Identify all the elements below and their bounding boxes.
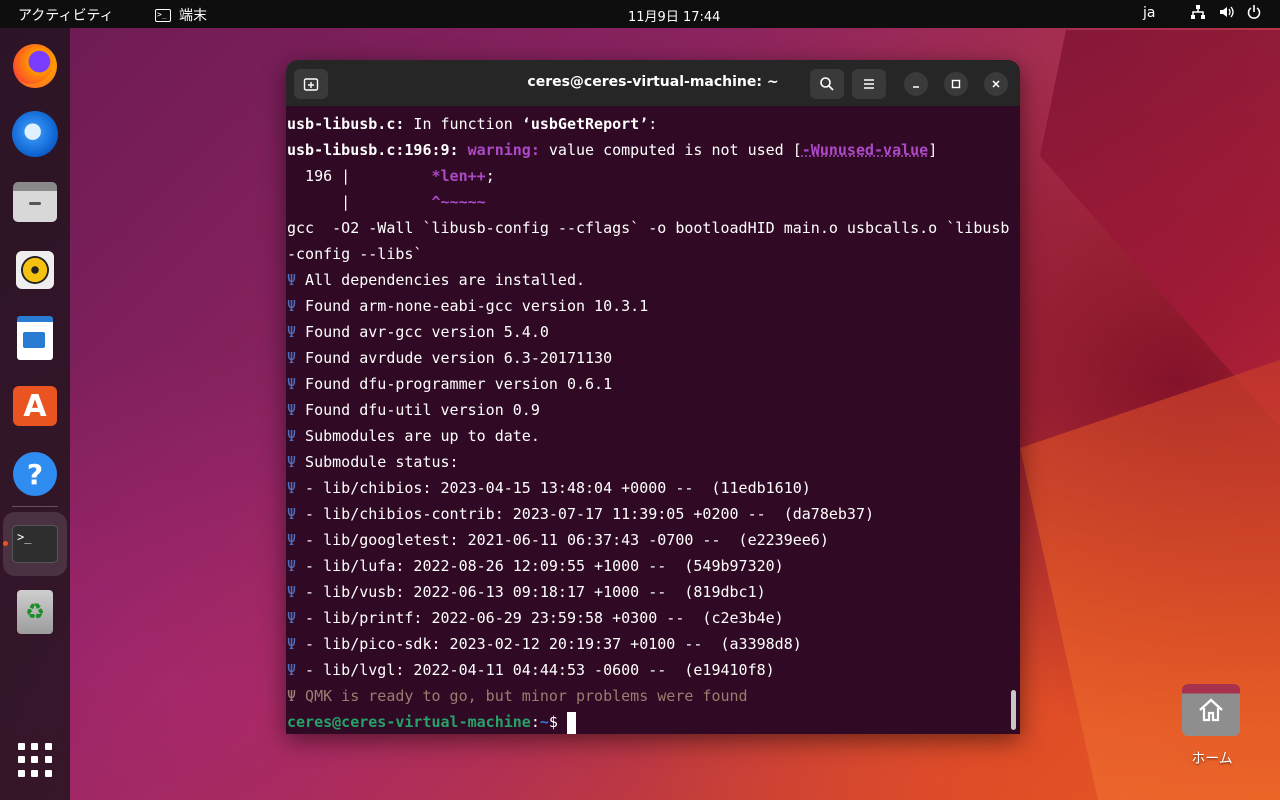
dock-help[interactable]: ? [3, 442, 67, 506]
dock: A ? >_ ♻ [0, 28, 70, 800]
home-folder-icon[interactable] [1182, 684, 1240, 736]
menu-button[interactable] [852, 69, 886, 99]
text-cursor [566, 711, 576, 734]
app-menu[interactable]: >_ 端末 [155, 5, 207, 25]
maximize-button[interactable] [944, 72, 968, 96]
terminal-output[interactable]: usb-libusb.c: In function ‘usbGetReport’… [286, 106, 1020, 734]
close-icon [992, 80, 1000, 88]
app-menu-label: 端末 [179, 8, 207, 24]
output-line: Ψ Found avr-gcc version 5.4.0 [287, 323, 549, 341]
minimize-button[interactable] [904, 72, 928, 96]
scrollbar[interactable] [1011, 690, 1016, 730]
output-line: Ψ QMK is ready to go, but minor problems… [287, 687, 748, 705]
dock-files[interactable] [3, 170, 67, 234]
terminal-headerbar[interactable]: ceres@ceres-virtual-machine: ~ [286, 60, 1020, 106]
output-line: Ψ Found dfu-programmer version 0.6.1 [287, 375, 613, 393]
search-button[interactable] [810, 69, 844, 99]
output-line: Ψ - lib/chibios: 2023-04-15 13:48:04 +00… [287, 479, 811, 497]
terminal-icon: >_ [155, 8, 171, 22]
output-line: -config --libs` [287, 245, 423, 263]
shell-prompt[interactable]: ceres@ceres-virtual-machine:~$ [287, 709, 1020, 734]
thunderbird-icon [12, 111, 58, 157]
output-line: | ^~~~~~ [287, 193, 486, 211]
writer-icon [17, 316, 53, 360]
output-line: Ψ - lib/lufa: 2022-08-26 12:09:55 +1000 … [287, 557, 784, 575]
dock-thunderbird[interactable] [3, 102, 67, 166]
output-line: usb-libusb.c: In function ‘usbGetReport’… [287, 115, 658, 133]
app-grid-icon [18, 743, 52, 777]
dock-firefox[interactable] [3, 34, 67, 98]
output-line: usb-libusb.c:196:9: warning: value compu… [287, 141, 938, 159]
output-line: 196 | *len++; [287, 167, 495, 185]
system-tray[interactable] [1190, 4, 1262, 22]
output-line: Ψ - lib/chibios-contrib: 2023-07-17 11:3… [287, 505, 874, 523]
output-line: Ψ - lib/printf: 2022-06-29 23:59:58 +030… [287, 609, 784, 627]
close-button[interactable] [984, 72, 1008, 96]
terminal-window: ceres@ceres-virtual-machine: ~ usb-libus… [286, 60, 1020, 734]
output-line: Ψ - lib/lvgl: 2022-04-11 04:44:53 -0600 … [287, 661, 775, 679]
files-icon [13, 182, 57, 222]
output-line: Ψ All dependencies are installed. [287, 271, 586, 289]
trash-icon: ♻ [17, 590, 53, 634]
clock[interactable]: 11月9日 17:44 [628, 6, 720, 25]
dock-rhythmbox[interactable] [3, 238, 67, 302]
output-line: Ψ Submodule status: [287, 453, 459, 471]
power-icon [1246, 4, 1262, 22]
terminal-icon: >_ [12, 525, 58, 563]
output-line: Ψ - lib/googletest: 2021-06-11 06:37:43 … [287, 531, 829, 549]
show-apps-button[interactable] [3, 728, 67, 792]
volume-icon [1218, 4, 1234, 22]
output-line: Ψ Found arm-none-eabi-gcc version 10.3.1 [287, 297, 649, 315]
hamburger-icon [864, 79, 874, 89]
search-icon [820, 77, 834, 91]
output-line: Ψ Submodules are up to date. [287, 427, 540, 445]
house-icon [1199, 698, 1223, 722]
maximize-icon [951, 79, 961, 89]
output-line: Ψ Found dfu-util version 0.9 [287, 401, 540, 419]
help-icon: ? [13, 452, 57, 496]
activities-button[interactable]: アクティビティ [18, 5, 114, 25]
dock-writer[interactable] [3, 306, 67, 370]
home-folder-label[interactable]: ホーム [1180, 748, 1244, 768]
running-indicator [3, 541, 8, 546]
network-icon [1190, 4, 1206, 22]
dock-software[interactable]: A [3, 374, 67, 438]
dock-separator [12, 506, 58, 507]
dock-trash[interactable]: ♻ [3, 580, 67, 644]
output-line: gcc -O2 -Wall `libusb-config --cflags` -… [287, 219, 1010, 237]
output-line: Ψ - lib/pico-sdk: 2023-02-12 20:19:37 +0… [287, 635, 802, 653]
top-bar: アクティビティ >_ 端末 11月9日 17:44 ja [0, 0, 1280, 28]
dock-terminal[interactable]: >_ [3, 512, 67, 576]
firefox-icon [13, 44, 57, 88]
output-line: Ψ - lib/vusb: 2022-06-13 09:18:17 +1000 … [287, 583, 766, 601]
software-icon: A [13, 386, 57, 426]
minimize-icon [913, 86, 919, 88]
output-line: Ψ Found avrdude version 6.3-20171130 [287, 349, 613, 367]
input-method-indicator[interactable]: ja [1143, 5, 1155, 21]
rhythmbox-icon [16, 251, 54, 289]
